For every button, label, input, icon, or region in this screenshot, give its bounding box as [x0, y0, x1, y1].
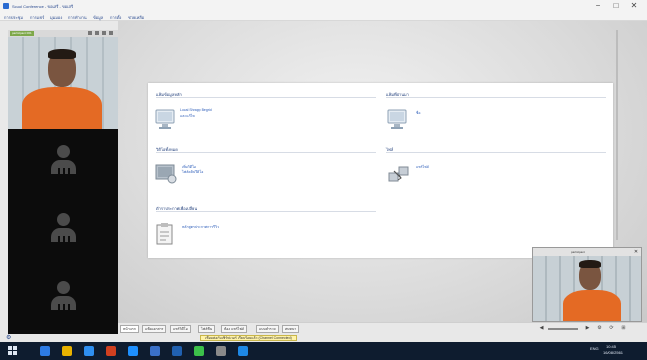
self-view-camera[interactable]: participant ✕: [532, 247, 642, 322]
tab-home[interactable]: หน้าแรก: [120, 325, 139, 333]
window-title: Scuol Conference - ขอเสรี - ขอเสรี: [12, 4, 74, 9]
participant-placeholder[interactable]: [8, 197, 118, 265]
participant-name-tag: participant 001: [10, 31, 34, 36]
main-camera-feed[interactable]: [8, 37, 118, 129]
input-language[interactable]: ENG: [590, 346, 599, 351]
menubar: การประชุม การแชร์ มุมมอง การทำงาน ข้อมูล…: [0, 12, 647, 21]
menu-item-share[interactable]: การแชร์: [30, 14, 44, 21]
close-icon[interactable]: ✕: [633, 249, 639, 255]
gear-icon[interactable]: ⚙: [6, 335, 12, 341]
settings-icon[interactable]: ⚙: [596, 325, 603, 332]
menu-item-settings[interactable]: การตั้ง: [110, 14, 121, 21]
self-view-title: participant: [571, 250, 585, 254]
refresh-icon[interactable]: ⟳: [608, 325, 615, 332]
taskbar-app-icon[interactable]: [40, 346, 50, 356]
os-taskbar: ENG 10:45 16/08/2561: [0, 342, 647, 360]
layout-icon[interactable]: ⊞: [620, 325, 627, 332]
clock-time[interactable]: 10:45: [606, 344, 616, 349]
menu-item-action[interactable]: การทำงาน: [68, 14, 87, 21]
item-label[interactable]: ชื่อ: [416, 110, 420, 116]
participants-video-panel: participant 001: [8, 30, 118, 335]
status-row: ⚙ เชื่อมต่อกับเซิร์ฟเวอร์ เรียบร้อยแล้ว …: [0, 334, 647, 342]
divider: [616, 30, 618, 240]
taskbar-app-icon[interactable]: [194, 346, 204, 356]
taskbar-app-icon[interactable]: [238, 346, 248, 356]
pin-icon[interactable]: [102, 31, 106, 35]
transfer-icon[interactable]: [386, 163, 412, 187]
item-sublabel[interactable]: และแก้ไข: [180, 113, 195, 119]
audio-icon[interactable]: [88, 31, 92, 35]
minimize-button[interactable]: −: [590, 1, 606, 11]
self-view-header: participant ✕: [533, 248, 641, 256]
window-titlebar: Scuol Conference - ขอเสรี - ขอเสรี − □ ✕: [0, 0, 647, 12]
menu-item-info[interactable]: ข้อมูล: [93, 14, 103, 21]
taskbar-app-icon[interactable]: [62, 346, 72, 356]
menu-item-help[interactable]: ช่วยเหลือ: [128, 14, 144, 21]
monitor-icon[interactable]: [386, 108, 408, 130]
tab-share-video[interactable]: แชร์วิดีโอ: [170, 325, 191, 333]
close-button[interactable]: ✕: [626, 1, 642, 11]
tab-survey[interactable]: แบบสำรวจ: [256, 325, 279, 333]
connection-status: เชื่อมต่อกับเซิร์ฟเวอร์ เรียบร้อยแล้ว (C…: [200, 335, 297, 341]
tab-documents[interactable]: แฟ้มเอกสาร: [142, 325, 167, 333]
more-icon[interactable]: [109, 31, 113, 35]
participant-placeholder[interactable]: [8, 265, 118, 333]
user-silhouette-icon: [57, 213, 70, 226]
taskbar-app-icon[interactable]: [84, 346, 94, 356]
participant-placeholder[interactable]: [8, 129, 118, 197]
taskbar-app-icon[interactable]: [128, 346, 138, 356]
tab-chat[interactable]: สนทนา: [282, 325, 300, 333]
menu-item-view[interactable]: มุมมอง: [50, 14, 62, 21]
item-label[interactable]: หลักสูตรประกาศการรีวิว: [182, 224, 219, 230]
video-panel-header: participant 001: [8, 30, 118, 37]
item-sublabel[interactable]: ไฟล์คลิปวีดิโอ: [182, 169, 203, 175]
taskbar-app-icon[interactable]: [150, 346, 160, 356]
volume-slider[interactable]: [548, 328, 578, 330]
self-view-feed: [533, 256, 641, 321]
user-silhouette-icon: [57, 145, 70, 158]
video-file-icon[interactable]: [154, 163, 178, 185]
bottom-tabbar: หน้าแรก แฟ้มเอกสาร แชร์วิดีโอ ไฟล์ซีน ห้…: [118, 322, 647, 334]
windows-start-icon[interactable]: [8, 346, 18, 356]
tab-scene[interactable]: ไฟล์ซีน: [198, 325, 216, 333]
tab-share-file[interactable]: ห้อง แชร์ไฟล์: [221, 325, 247, 333]
video-icon[interactable]: [95, 31, 99, 35]
taskbar-app-icon[interactable]: [106, 346, 116, 356]
clock-date[interactable]: 16/08/2561: [603, 350, 623, 355]
item-label[interactable]: แชร์ไฟล์: [416, 164, 429, 170]
content-panel: แฟ้มข้อมูลหลัก Local Shrapp Begrid และแก…: [148, 83, 613, 258]
clipboard-icon[interactable]: [154, 222, 176, 246]
item-label[interactable]: Local Shrapp Begrid: [180, 108, 212, 112]
menu-item-meeting[interactable]: การประชุม: [4, 14, 23, 21]
presenter-figure: [22, 87, 102, 129]
prev-button[interactable]: ◀: [538, 325, 545, 332]
taskbar-app-icon[interactable]: [216, 346, 226, 356]
next-button[interactable]: ▶: [584, 325, 591, 332]
taskbar-app-icon[interactable]: [172, 346, 182, 356]
monitor-icon[interactable]: [154, 108, 176, 130]
user-silhouette-icon: [57, 281, 70, 294]
app-icon: [3, 3, 9, 9]
maximize-button[interactable]: □: [608, 1, 624, 11]
